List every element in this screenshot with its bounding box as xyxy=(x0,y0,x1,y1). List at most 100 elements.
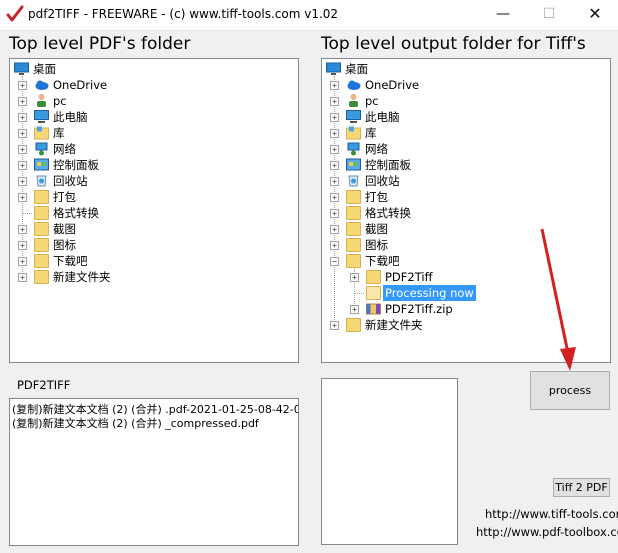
desktop-icon xyxy=(14,62,29,75)
expand-plus-icon[interactable]: + xyxy=(18,193,27,202)
pdf-file-list[interactable]: (复制)新建文本文档 (2) (合并) .pdf-2021-01-25-08-4… xyxy=(9,398,299,546)
folder-icon xyxy=(34,270,49,284)
tree-label: 新建文件夹 xyxy=(365,318,423,332)
expand-plus-icon[interactable]: + xyxy=(330,113,339,122)
user-icon xyxy=(37,94,46,107)
minimize-button[interactable]: — xyxy=(480,0,526,30)
tree-label: 此电脑 xyxy=(365,110,400,124)
expand-plus-icon[interactable]: + xyxy=(330,129,339,138)
recycle-bin-icon xyxy=(36,175,47,187)
folder-icon xyxy=(34,222,49,236)
tree-label: 此电脑 xyxy=(53,110,88,124)
expand-plus-icon[interactable]: + xyxy=(330,81,339,90)
tree-label: OneDrive xyxy=(53,78,108,92)
pdf-list-label: PDF2TIFF xyxy=(17,378,71,392)
window-title: pdf2TIFF - FREEWARE - (c) www.tiff-tools… xyxy=(28,7,339,21)
tree-label: 库 xyxy=(365,126,377,140)
folder-icon xyxy=(34,238,49,252)
pdf-folder-heading: Top level PDF's folder xyxy=(9,34,191,54)
expand-plus-icon[interactable]: + xyxy=(18,81,27,90)
pdf-folder-tree[interactable]: 桌面 + OneDrive + pc + 此电脑 + 库 + 网络 + 控制面板… xyxy=(9,58,299,363)
network-icon xyxy=(35,142,48,156)
tree-label: 回收站 xyxy=(365,174,400,188)
tree-label: 桌面 xyxy=(33,62,56,76)
library-icon xyxy=(34,126,49,140)
process-button[interactable]: process xyxy=(530,371,610,410)
annotation-arrow-icon xyxy=(540,228,576,371)
computer-icon xyxy=(346,110,361,123)
tree-label: pc xyxy=(365,94,379,108)
collapse-minus-icon[interactable]: − xyxy=(330,257,339,266)
maximize-button[interactable]: ☐ xyxy=(526,0,572,30)
tree-label: 网络 xyxy=(53,142,76,156)
app-check-icon xyxy=(6,5,24,22)
expand-plus-icon[interactable]: + xyxy=(330,241,339,250)
folder-icon xyxy=(366,270,381,284)
expand-plus-icon[interactable]: + xyxy=(18,177,27,186)
expand-plus-icon[interactable]: + xyxy=(330,177,339,186)
folder-icon xyxy=(346,190,361,204)
pdf-toolbox-link[interactable]: http://www.pdf-toolbox.com xyxy=(476,525,618,539)
preview-box xyxy=(321,378,458,545)
expand-plus-icon[interactable]: + xyxy=(18,113,27,122)
tree-label: 截图 xyxy=(53,222,76,236)
folder-icon xyxy=(346,238,361,252)
expand-plus-icon[interactable]: + xyxy=(350,273,359,282)
tree-label: 截图 xyxy=(365,222,388,236)
expand-plus-icon[interactable]: + xyxy=(18,273,27,282)
tree-label: 控制面板 xyxy=(53,158,99,172)
expand-plus-icon[interactable]: + xyxy=(330,209,339,218)
tree-label: PDF2Tiff.zip xyxy=(385,302,453,316)
computer-icon xyxy=(34,110,49,123)
user-icon xyxy=(349,94,358,107)
folder-icon xyxy=(346,318,361,332)
tree-label: 网络 xyxy=(365,142,388,156)
expand-plus-icon[interactable]: + xyxy=(330,97,339,106)
tree-label: 桌面 xyxy=(345,62,368,76)
title-bar: pdf2TIFF - FREEWARE - (c) www.tiff-tools… xyxy=(0,0,618,31)
expand-plus-icon[interactable]: + xyxy=(18,97,27,106)
expand-plus-icon[interactable]: + xyxy=(330,145,339,154)
library-icon xyxy=(346,126,361,140)
tree-label: 下载吧 xyxy=(365,254,400,268)
tree-label: 回收站 xyxy=(53,174,88,188)
recycle-bin-icon xyxy=(348,175,359,187)
tree-label: 库 xyxy=(53,126,65,140)
expand-plus-icon[interactable]: + xyxy=(330,225,339,234)
expand-plus-icon[interactable]: + xyxy=(18,257,27,266)
expand-plus-icon[interactable]: + xyxy=(18,129,27,138)
expand-plus-icon[interactable]: + xyxy=(350,305,359,314)
expand-plus-icon[interactable]: + xyxy=(18,145,27,154)
tree-label: 打包 xyxy=(365,190,388,204)
expand-plus-icon[interactable]: + xyxy=(18,241,27,250)
close-button[interactable]: ✕ xyxy=(572,0,618,30)
folder-icon xyxy=(346,206,361,220)
tree-label: 打包 xyxy=(53,190,76,204)
tree-label: PDF2Tiff xyxy=(385,270,433,284)
folder-icon xyxy=(346,222,361,236)
tiff-2-pdf-button[interactable]: Tiff 2 PDF xyxy=(553,478,610,497)
tree-label: 新建文件夹 xyxy=(53,270,111,284)
tree-label: 图标 xyxy=(365,238,388,252)
tree-label: 格式转换 xyxy=(53,206,99,220)
folder-icon xyxy=(34,254,49,268)
tree-label: 控制面板 xyxy=(365,158,411,172)
network-icon xyxy=(347,142,360,156)
expand-plus-icon[interactable]: + xyxy=(330,161,339,170)
tree-label: Processing now xyxy=(383,285,476,301)
list-item[interactable]: (复制)新建文本文档 (2) (合并) _compressed.pdf xyxy=(12,415,259,431)
tiff-tools-link[interactable]: http://www.tiff-tools.com xyxy=(485,507,618,521)
expand-plus-icon[interactable]: + xyxy=(330,321,339,330)
tree-label: 图标 xyxy=(53,238,76,252)
expand-plus-icon[interactable]: + xyxy=(18,225,27,234)
tree-label: pc xyxy=(53,94,67,108)
expand-plus-icon[interactable]: + xyxy=(18,161,27,170)
folder-icon xyxy=(366,286,381,300)
control-panel-icon xyxy=(34,158,49,171)
cloud-icon xyxy=(347,80,361,90)
expand-plus-icon[interactable]: + xyxy=(330,193,339,202)
tree-label: 下载吧 xyxy=(53,254,88,268)
zip-archive-icon xyxy=(366,303,381,315)
folder-icon xyxy=(34,190,49,204)
control-panel-icon xyxy=(346,158,361,171)
